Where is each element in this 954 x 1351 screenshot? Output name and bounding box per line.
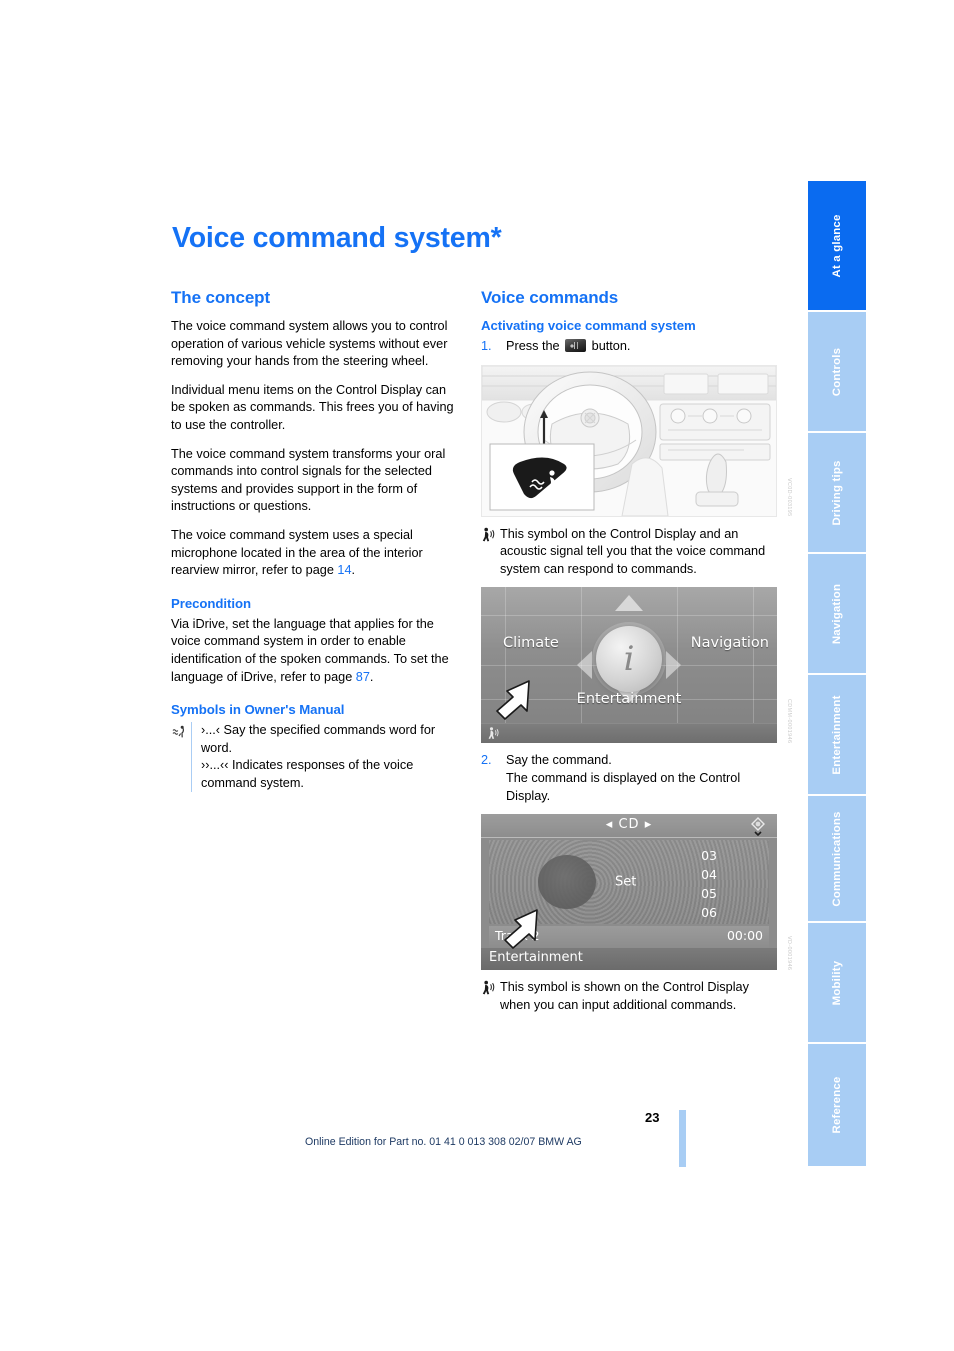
idrive-info-center-icon[interactable] [596, 626, 662, 693]
microphone-text-suffix: . [351, 563, 356, 578]
tab-label: Communications [831, 810, 843, 907]
cockpit-steering-wheel-illustration [481, 364, 777, 517]
sidebar-tab-at-a-glance[interactable]: At a glance [808, 181, 866, 312]
arrow-left-icon [577, 651, 592, 680]
figure-code-cd: VD-0001946 [786, 935, 792, 971]
step-2-number: 2. [481, 753, 492, 768]
subsection-heading-precondition: Precondition [171, 595, 251, 611]
footer-edition-text: Online Edition for Part no. 01 41 0 013 … [305, 1136, 582, 1148]
concept-paragraph-microphone: The voice command system uses a special … [171, 527, 459, 580]
left-column: The concept The voice command system all… [171, 288, 459, 793]
microphone-text-prefix: The voice command system uses a special … [171, 527, 423, 578]
cd-source-label: CD [618, 817, 640, 833]
idrive-menu-climate[interactable]: Climate [503, 635, 559, 651]
cd-track-item[interactable]: 04 [701, 865, 717, 884]
symbols-text: ›...‹ Say the specified commands word fo… [201, 722, 459, 792]
tab-label: Reference [831, 1076, 843, 1134]
step-1-text-after: button. [588, 339, 631, 353]
cd-prev-arrow-icon[interactable]: ◂ [606, 817, 614, 832]
symbol-note-1-text: This symbol on the Control Display and a… [500, 526, 766, 576]
sidebar-tab-mobility[interactable]: Mobility [808, 923, 866, 1044]
tab-label: Driving tips [831, 459, 843, 526]
page-title: Voice command system* [172, 222, 502, 254]
tab-label: Navigation [831, 583, 843, 644]
cd-set-label[interactable]: Set [615, 875, 636, 890]
cd-track-item[interactable]: 03 [701, 846, 717, 865]
step-2-text: Say the command. The command is displaye… [506, 752, 778, 805]
cd-elapsed-time: 00:00 [726, 928, 763, 944]
concept-paragraph-1: The voice command system allows you to c… [171, 319, 448, 369]
figure-cd: ◂ CD ▸ Set 03 04 05 06 00:00 Entertainme… [481, 814, 792, 971]
subsection-heading-symbols: Symbols in Owner's Manual [171, 702, 345, 718]
sidebar-tab-driving-tips[interactable]: Driving tips [808, 433, 866, 554]
symbols-line-2: Indicates responses of the voice command… [201, 758, 414, 790]
voice-status-icon [487, 726, 500, 743]
symbols-vertical-rule [191, 722, 192, 793]
pointer-arrow-icon [489, 677, 535, 727]
precondition-text-suffix: . [369, 669, 374, 684]
cd-controller-icon [747, 816, 769, 837]
figure-code-idrive: CDMM-0001946 [786, 699, 792, 744]
idrive-main-menu-screenshot: Climate Navigation Entertainment [481, 587, 777, 744]
sidebar-tab-controls[interactable]: Controls [808, 312, 866, 433]
symbol-note-2-text: This symbol is shown on the Control Disp… [500, 980, 749, 1012]
symbols-quote-single: ›...‹ [201, 723, 221, 738]
manual-page: Voice command system* The concept The vo… [0, 0, 954, 1351]
voice-person-icon [481, 980, 496, 995]
subsection-heading-activating: Activating voice command system [481, 318, 696, 333]
step-2: 2. Say the command. The command is displ… [481, 752, 778, 805]
grid-line [481, 615, 777, 617]
cd-track-item[interactable]: 06 [701, 903, 717, 922]
symbol-note-2: This symbol is shown on the Control Disp… [481, 979, 778, 1014]
footer-accent-bar [679, 1110, 686, 1167]
voice-person-icon [481, 527, 496, 542]
figure-code-cockpit: VC0D-003195 [786, 478, 792, 517]
section-heading-voice-commands: Voice commands [481, 288, 619, 307]
symbol-note-1: This symbol on the Control Display and a… [481, 526, 778, 579]
figure-idrive: Climate Navigation Entertainment [481, 587, 792, 744]
step-1: 1. Press the button. [481, 338, 778, 356]
figure-cockpit: VC0D-003195 [481, 364, 792, 517]
cd-next-arrow-icon[interactable]: ▸ [645, 817, 653, 832]
concept-paragraph-3: The voice command system transforms your… [171, 446, 446, 514]
pointer-arrow-icon [497, 906, 543, 956]
cd-disc-hub [538, 855, 597, 910]
section-tab-rail: At a glance Controls Driving tips Naviga… [808, 181, 866, 1168]
idrive-menu-entertainment[interactable]: Entertainment [577, 691, 682, 707]
step-1-number: 1. [481, 339, 492, 353]
cd-track-item[interactable]: 05 [701, 884, 717, 903]
right-column: Voice commands Activating voice command … [481, 288, 792, 1014]
sidebar-tab-navigation[interactable]: Navigation [808, 554, 866, 675]
section-heading-concept: The concept [171, 288, 271, 307]
tab-label: Mobility [831, 960, 843, 1005]
voice-say-icon [171, 722, 191, 792]
symbols-quote-double: ››...‹‹ [201, 758, 229, 773]
cd-source-title: ◂ CD ▸ [606, 817, 652, 832]
symbols-line-1: Say the specified commands word for word… [201, 723, 436, 755]
symbols-block: ›...‹ Say the specified commands word fo… [171, 722, 459, 793]
cd-entertainment-screenshot: ◂ CD ▸ Set 03 04 05 06 00:00 Entertainme… [481, 814, 777, 971]
step-2-line-1: Say the command. [506, 753, 612, 768]
page-reference-87[interactable]: 87 [356, 670, 370, 684]
sidebar-tab-entertainment[interactable]: Entertainment [808, 675, 866, 796]
tab-label: Controls [831, 347, 843, 396]
step-1-text: Press the button. [506, 338, 778, 356]
voice-button-icon[interactable] [565, 339, 587, 352]
cd-track-list[interactable]: 03 04 05 06 [701, 846, 717, 922]
page-number: 23 [645, 1110, 660, 1125]
precondition-paragraph: Via iDrive, set the language that applie… [171, 616, 459, 686]
step-1-text-before: Press the [506, 339, 564, 353]
tab-label: Entertainment [831, 694, 843, 775]
sidebar-tab-reference[interactable]: Reference [808, 1044, 866, 1166]
tab-label: At a glance [831, 214, 843, 277]
step-2-line-2: The command is displayed on the Control … [506, 770, 741, 803]
page-reference-14[interactable]: 14 [337, 563, 351, 577]
sidebar-tab-communications[interactable]: Communications [808, 796, 866, 923]
arrow-right-icon [666, 651, 681, 680]
arrow-up-icon [615, 595, 643, 612]
concept-paragraph-2: Individual menu items on the Control Dis… [171, 382, 454, 432]
idrive-menu-navigation[interactable]: Navigation [691, 635, 769, 651]
precondition-text-prefix: Via iDrive, set the language that applie… [171, 616, 449, 684]
